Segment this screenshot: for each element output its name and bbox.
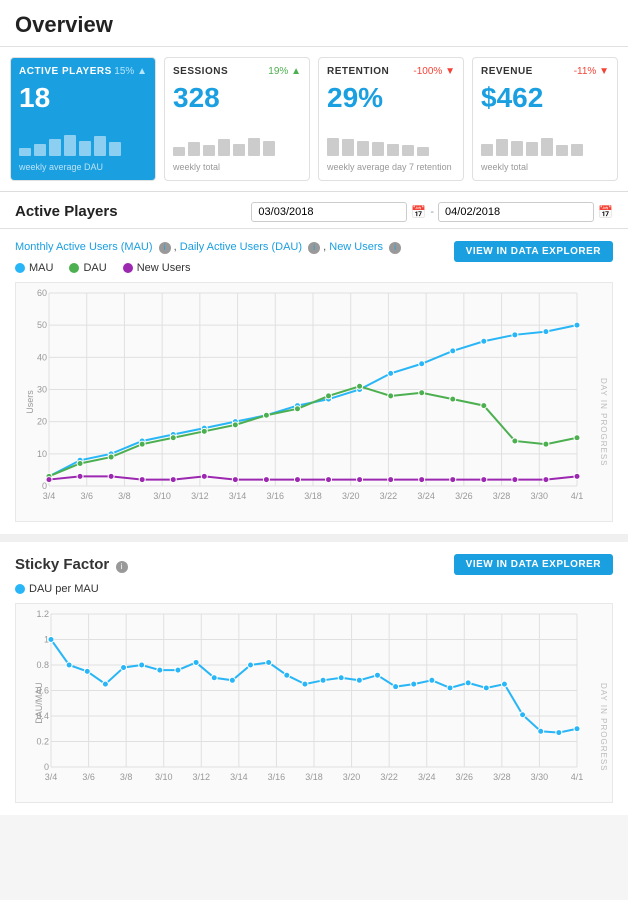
page-title: Overview [0, 0, 628, 47]
info-icon-mau[interactable]: i [159, 242, 171, 254]
sticky-legend: DAU per MAU [15, 583, 613, 595]
sticky-factor-section: Sticky Factor i VIEW IN DATA EXPLORER DA… [0, 542, 628, 815]
info-icon-newusers[interactable]: i [389, 242, 401, 254]
metric-change: 19% ▲ [268, 66, 301, 77]
active-players-title: Active Players [15, 203, 118, 220]
active-players-section-header: Active Players 📅 - 📅 [0, 192, 628, 229]
svg-text:4/1: 4/1 [571, 772, 584, 782]
svg-text:3/22: 3/22 [380, 772, 398, 782]
svg-text:3/10: 3/10 [155, 772, 173, 782]
metric-value: 29% [327, 81, 455, 115]
svg-text:3/20: 3/20 [342, 491, 360, 501]
legend-item-dau: DAU [69, 262, 106, 274]
svg-text:3/4: 3/4 [43, 491, 56, 501]
metric-change: 15% ▲ [114, 66, 147, 77]
date-from-input[interactable] [251, 202, 407, 222]
calendar-icon-to: 📅 [598, 205, 613, 219]
metric-value: 18 [19, 81, 147, 115]
mau-y-label: Users [25, 390, 35, 414]
mau-view-explorer-button[interactable]: VIEW IN DATA EXPLORER [454, 241, 613, 262]
sticky-chart-svg: 00.20.40.60.811.23/43/63/83/103/123/143/… [46, 609, 592, 782]
date-separator: - [430, 206, 434, 218]
svg-text:4/1: 4/1 [571, 491, 584, 501]
sticky-view-explorer-button[interactable]: VIEW IN DATA EXPLORER [454, 554, 613, 575]
svg-text:0.6: 0.6 [36, 685, 49, 695]
sticky-chart-container: DAU/MAU 00.20.40.60.811.23/43/63/83/103/… [15, 603, 613, 803]
metric-change: -11% ▼ [574, 66, 609, 77]
svg-text:3/28: 3/28 [493, 772, 511, 782]
svg-text:3/26: 3/26 [455, 491, 473, 501]
svg-text:3/18: 3/18 [304, 491, 322, 501]
svg-text:3/14: 3/14 [230, 772, 248, 782]
metric-card-active-players: ACTIVE PLAYERS 15% ▲ 18 weekly average D… [10, 57, 156, 181]
svg-text:50: 50 [37, 320, 47, 330]
svg-text:3/24: 3/24 [418, 772, 436, 782]
info-icon-sticky[interactable]: i [116, 561, 128, 573]
metric-change: -100% ▼ [413, 66, 455, 77]
svg-text:3/18: 3/18 [305, 772, 323, 782]
svg-text:3/28: 3/28 [493, 491, 511, 501]
svg-text:0.2: 0.2 [36, 736, 49, 746]
svg-text:3/16: 3/16 [267, 491, 285, 501]
svg-text:60: 60 [37, 288, 47, 298]
svg-text:1.2: 1.2 [36, 609, 49, 619]
metric-card-retention: RETENTION -100% ▼ 29% weekly average day… [318, 57, 464, 181]
sticky-day-in-progress-label: DAY IN PROGRESS [599, 683, 608, 772]
mau-chart-subtitle: Monthly Active Users (MAU) i , Daily Act… [15, 241, 401, 254]
legend-item-sticky-dau-per-mau: DAU per MAU [15, 583, 99, 595]
svg-text:3/22: 3/22 [380, 491, 398, 501]
calendar-icon-from: 📅 [411, 205, 426, 219]
sticky-title: Sticky Factor [15, 556, 109, 573]
metric-card-sessions: SESSIONS 19% ▲ 328 weekly total [164, 57, 310, 181]
svg-text:3/14: 3/14 [229, 491, 247, 501]
metric-footer: weekly average DAU [19, 162, 147, 172]
metric-value: $462 [481, 81, 609, 115]
svg-text:3/16: 3/16 [268, 772, 286, 782]
legend-item-mau: MAU [15, 262, 53, 274]
metrics-row: ACTIVE PLAYERS 15% ▲ 18 weekly average D… [0, 47, 628, 192]
mau-chart-svg: 01020304050603/43/63/83/103/123/143/163/… [44, 288, 592, 501]
sticky-header: Sticky Factor i VIEW IN DATA EXPLORER [15, 554, 613, 575]
mau-chart-container: Users 0 10 20 30 40 50 60 3/4 3/6 3/8 3/10 3/12 3/14… [15, 282, 613, 522]
date-range: 📅 - 📅 [251, 202, 613, 222]
svg-text:3/12: 3/12 [191, 491, 209, 501]
svg-text:20: 20 [37, 416, 47, 426]
svg-text:3/20: 3/20 [343, 772, 361, 782]
svg-text:3/8: 3/8 [120, 772, 133, 782]
svg-text:3/12: 3/12 [193, 772, 211, 782]
legend-item-new-users: New Users [123, 262, 191, 274]
metric-footer: weekly total [173, 162, 301, 172]
day-in-progress-label: DAY IN PROGRESS [599, 378, 608, 467]
date-to-input[interactable] [438, 202, 594, 222]
svg-text:0.8: 0.8 [36, 660, 49, 670]
metric-card-revenue: REVENUE -11% ▼ $462 weekly total [472, 57, 618, 181]
svg-text:10: 10 [37, 448, 47, 458]
svg-text:3/30: 3/30 [531, 491, 549, 501]
metric-value: 328 [173, 81, 301, 115]
info-icon-dau[interactable]: i [308, 242, 320, 254]
svg-text:3/6: 3/6 [80, 491, 93, 501]
metric-footer: weekly average day 7 retention [327, 162, 455, 172]
svg-text:3/30: 3/30 [531, 772, 549, 782]
svg-text:0: 0 [44, 762, 49, 772]
mau-chart-section: Monthly Active Users (MAU) i , Daily Act… [0, 229, 628, 542]
svg-text:30: 30 [37, 384, 47, 394]
svg-text:3/4: 3/4 [45, 772, 58, 782]
svg-text:0.4: 0.4 [36, 711, 49, 721]
svg-text:3/26: 3/26 [456, 772, 474, 782]
svg-text:3/8: 3/8 [118, 491, 131, 501]
mau-legend: MAU DAU New Users [15, 262, 613, 274]
svg-text:3/10: 3/10 [153, 491, 171, 501]
svg-text:40: 40 [37, 352, 47, 362]
svg-text:3/24: 3/24 [417, 491, 435, 501]
svg-text:3/6: 3/6 [82, 772, 95, 782]
svg-text:0: 0 [42, 481, 47, 491]
metric-footer: weekly total [481, 162, 609, 172]
